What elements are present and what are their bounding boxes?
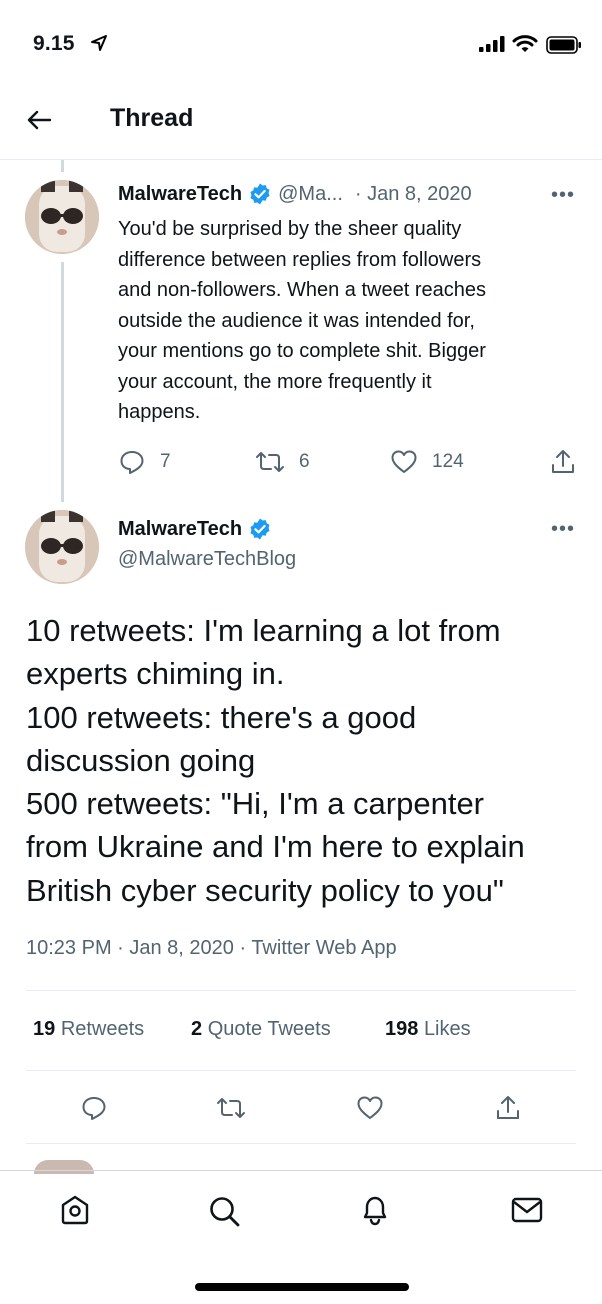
text-line: happens.: [118, 401, 201, 423]
text-line: and non-followers. When a tweet reaches: [118, 279, 486, 301]
retweet-count: 6: [299, 451, 310, 472]
reply-button[interactable]: 7: [118, 448, 171, 476]
text-line: from Ukraine and I'm here to explain: [26, 829, 525, 865]
page-title: Thread: [110, 104, 194, 132]
thread-line-top: [61, 160, 64, 172]
avatar[interactable]: [25, 510, 99, 584]
divider: [26, 990, 576, 991]
quote-tweets-stat[interactable]: 2 Quote Tweets: [191, 1018, 331, 1041]
like-count: 124: [432, 451, 464, 472]
parent-tweet-header: MalwareTech @Ma... · Jan 8, 2020: [118, 182, 472, 206]
header-divider: [0, 159, 602, 160]
like-button[interactable]: 124: [390, 448, 464, 476]
home-indicator[interactable]: [195, 1283, 409, 1291]
main-tweet-text: 10 retweets: I'm learning a lot from exp…: [26, 609, 586, 912]
text-line: experts chiming in.: [26, 656, 285, 692]
quotes-label: Quote Tweets: [207, 1018, 331, 1040]
wifi-icon: [512, 35, 538, 52]
likes-label: Likes: [423, 1018, 471, 1040]
text-line: your account, the more frequently it: [118, 370, 432, 393]
likes-stat[interactable]: 198 Likes: [385, 1018, 471, 1041]
likes-count: 198: [385, 1018, 419, 1040]
notifications-icon[interactable]: [359, 1193, 391, 1227]
tweet-meta[interactable]: 10:23 PM · Jan 8, 2020 · Twitter Web App: [26, 937, 397, 960]
verified-icon: [250, 518, 270, 540]
retweets-count: 19: [33, 1018, 56, 1040]
location-arrow-icon: [91, 35, 107, 51]
divider: [26, 1070, 576, 1071]
text-line: difference between replies from follower…: [118, 248, 482, 271]
author-handle[interactable]: @MalwareTechBlog: [118, 548, 296, 571]
cellular-signal-icon: [479, 36, 505, 52]
text-line: outside the audience it was intended for…: [118, 309, 475, 332]
tab-bar-divider: [0, 1170, 602, 1171]
main-tweet-author: MalwareTech: [118, 517, 272, 541]
author-name[interactable]: MalwareTech: [118, 518, 242, 541]
text-line: your mentions go to complete shit. Bigge…: [118, 340, 486, 362]
divider: [26, 1143, 576, 1144]
avatar[interactable]: [25, 180, 99, 254]
thread-line: [61, 262, 64, 502]
share-icon[interactable]: [549, 448, 577, 476]
retweet-icon: [256, 452, 284, 472]
text-line: British cyber security policy to you": [26, 872, 504, 908]
like-icon[interactable]: [356, 1094, 384, 1122]
retweets-stat[interactable]: 19 Retweets: [33, 1018, 144, 1041]
reply-count: 7: [160, 451, 171, 472]
search-icon[interactable]: [207, 1194, 241, 1228]
more-icon[interactable]: •••: [551, 518, 575, 541]
author-name[interactable]: MalwareTech: [118, 183, 242, 206]
text-line: 10 retweets: I'm learning a lot from: [26, 613, 501, 648]
quotes-count: 2: [191, 1018, 203, 1040]
text-line: discussion going: [26, 742, 256, 778]
share-icon[interactable]: [494, 1094, 522, 1122]
tweet-date[interactable]: · Jan 8, 2020: [355, 183, 472, 206]
reply-icon: [120, 451, 144, 474]
home-icon[interactable]: [59, 1194, 91, 1226]
retweet-icon[interactable]: [216, 1094, 246, 1122]
retweets-label: Retweets: [60, 1018, 145, 1040]
text-line: 500 retweets: "Hi, I'm a carpenter: [26, 786, 485, 822]
avatar[interactable]: [34, 1160, 94, 1174]
author-handle[interactable]: @Ma...: [278, 183, 343, 206]
back-arrow-icon[interactable]: [26, 107, 52, 133]
status-time: 9.15: [33, 32, 75, 55]
more-icon[interactable]: •••: [551, 184, 575, 207]
text-line: You'd be surprised by the sheer quality: [118, 218, 462, 240]
reply-icon[interactable]: [80, 1094, 108, 1122]
parent-tweet-text: You'd be surprised by the sheer quality …: [118, 214, 588, 428]
retweet-button[interactable]: 6: [255, 448, 310, 476]
messages-icon[interactable]: [510, 1195, 544, 1225]
like-icon: [391, 450, 417, 473]
text-line: 100 retweets: there's a good: [26, 699, 417, 735]
battery-icon: [546, 36, 581, 54]
verified-icon: [250, 183, 270, 205]
